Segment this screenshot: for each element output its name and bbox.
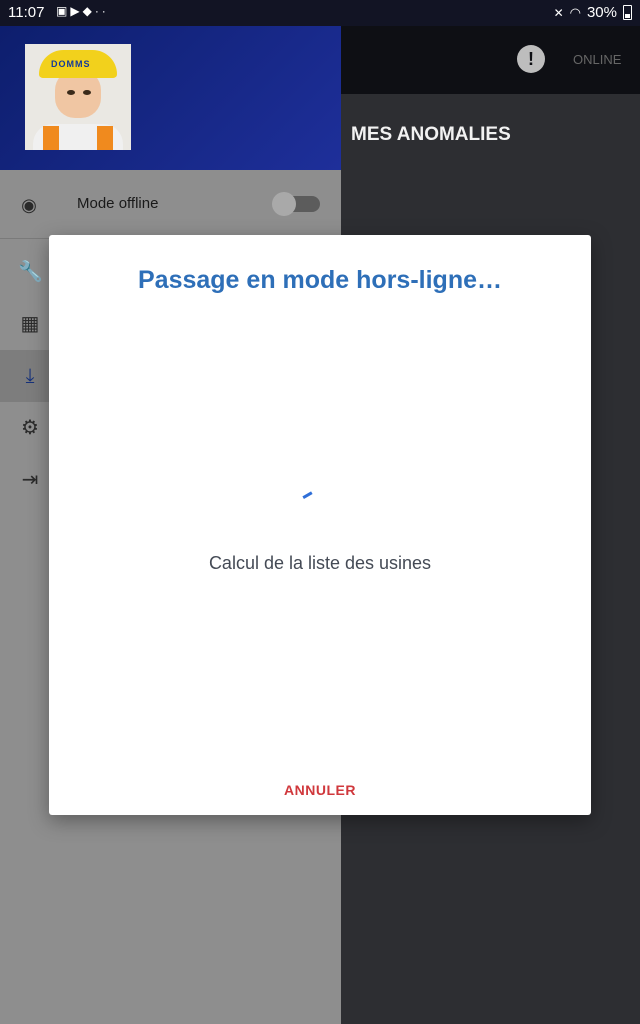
image-icon: ▣ xyxy=(56,4,71,18)
connection-status: ONLINE xyxy=(573,52,622,67)
avatar-eye-left xyxy=(67,90,75,95)
mute-icon: ✕ xyxy=(553,5,564,20)
download-icon: ⤓ xyxy=(25,365,35,387)
battery-percent: 30% xyxy=(586,4,617,21)
dialog-title: Passage en mode hors-ligne… xyxy=(138,266,502,294)
settings-icon: ⚙ xyxy=(21,417,39,439)
logout-icon: ⇥ xyxy=(21,469,39,491)
wifi-icon: ◠ xyxy=(569,4,581,20)
more-dots-icon: ·· xyxy=(94,4,109,18)
offline-toggle-thumb[interactable] xyxy=(272,192,296,216)
avatar-vest-right xyxy=(97,126,113,150)
notification-icons: ▣▶◆·· xyxy=(56,4,109,18)
status-time: 11:07 xyxy=(8,4,45,21)
status-bar: 11:07 ▣▶◆·· ✕ ◠ 30% xyxy=(0,0,640,26)
battery-icon xyxy=(623,5,632,20)
avatar: DOMMS xyxy=(25,44,131,150)
avatar-eye-right xyxy=(83,90,91,95)
cancel-button[interactable]: ANNULER xyxy=(271,775,369,803)
bag-icon: ◆ xyxy=(82,4,95,18)
avatar-vest-left xyxy=(43,126,59,150)
avatar-helmet-label: DOMMS xyxy=(51,59,91,69)
wrench-icon: 🔧 xyxy=(18,261,43,283)
antenna-icon: ◉ xyxy=(21,195,37,215)
calendar-icon: ▦ xyxy=(20,313,40,335)
status-right: ✕ ◠ 30% xyxy=(554,4,632,21)
alert-icon[interactable]: ! xyxy=(517,45,545,73)
offline-progress-dialog: Passage en mode hors-ligne… Calcul de la… xyxy=(49,235,591,815)
drawer-header: DOMMS xyxy=(0,26,341,170)
dialog-message: Calcul de la liste des usines xyxy=(208,553,432,573)
page-title: MES ANOMALIES xyxy=(351,124,511,145)
loading-spinner-icon xyxy=(302,491,318,508)
offline-mode-label: Mode offline xyxy=(77,195,159,212)
offline-mode-row[interactable]: ◉ Mode offline xyxy=(0,180,341,230)
youtube-icon: ▶ xyxy=(70,4,83,18)
